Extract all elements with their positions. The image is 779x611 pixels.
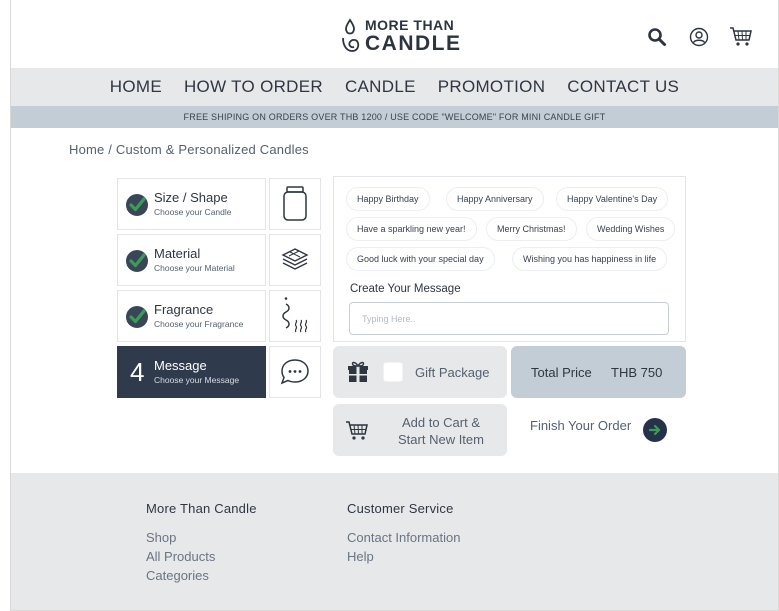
check-icon <box>126 250 148 272</box>
step-title: Message <box>154 358 207 373</box>
step-title: Material <box>154 246 201 261</box>
message-suggestion-chip[interactable]: Wedding Wishes <box>586 217 676 241</box>
chat-bubble-icon[interactable] <box>269 346 321 398</box>
footer-link-all-products[interactable]: All Products <box>146 547 257 566</box>
promo-banner: FREE SHIPING ON ORDERS OVER THB 1200 / U… <box>11 106 778 128</box>
footer-column-company: More Than Candle Shop All Products Categ… <box>146 501 257 585</box>
step-subtitle: Choose your Fragrance <box>154 319 244 329</box>
message-suggestion-chip[interactable]: Happy Valentine's Day <box>556 187 669 211</box>
finish-order-button[interactable] <box>643 418 667 442</box>
step-subtitle: Choose your Candle <box>154 207 232 217</box>
add-to-cart-line2: Start New Item <box>398 432 484 447</box>
logo-text-top: MORE THAN <box>365 17 455 33</box>
jar-icon[interactable] <box>269 178 321 230</box>
message-suggestion-chip[interactable]: Happy Birthday <box>346 187 430 211</box>
message-input[interactable] <box>349 302 669 335</box>
step-title: Size / Shape <box>154 190 228 205</box>
footer-heading: Customer Service <box>347 501 454 516</box>
step-subtitle: Choose your Message <box>154 375 240 385</box>
gift-icon <box>348 361 368 382</box>
message-suggestion-chip[interactable]: Wishing you has happiness in life <box>512 247 668 271</box>
step-number: 4 <box>130 357 145 387</box>
check-icon <box>126 194 148 216</box>
step-message[interactable]: 4 Message Choose your Message <box>117 346 266 398</box>
gift-package-option[interactable]: Gift Package <box>333 346 507 398</box>
breadcrumb[interactable]: Home / Custom & Personalized Candles <box>69 142 309 157</box>
footer-heading: More Than Candle <box>146 501 257 516</box>
total-price-label: Total Price <box>531 365 592 380</box>
nav-candle[interactable]: CANDLE <box>345 77 416 97</box>
cart-icon <box>346 421 368 440</box>
total-price-box: Total Price THB 750 <box>511 346 686 398</box>
candle-logo-icon <box>342 18 360 52</box>
nav-home[interactable]: HOME <box>110 77 162 97</box>
site-footer: More Than Candle Shop All Products Categ… <box>11 473 778 610</box>
footer-link-contact-information[interactable]: Contact Information <box>347 528 460 547</box>
scent-icon[interactable] <box>269 290 321 342</box>
create-message-label: Create Your Message <box>350 283 461 295</box>
step-material[interactable]: Material Choose your Material <box>117 234 266 286</box>
check-icon <box>126 306 148 328</box>
add-to-cart-line1: Add to Cart & <box>401 415 481 430</box>
message-suggestion-chip[interactable]: Happy Anniversary <box>446 187 544 211</box>
nav-promotion[interactable]: PROMOTION <box>438 77 546 97</box>
footer-link-categories[interactable]: Categories <box>146 566 257 585</box>
step-title: Fragrance <box>154 302 214 317</box>
layers-icon[interactable] <box>269 234 321 286</box>
message-suggestion-chip[interactable]: Merry Christmas! <box>486 217 577 241</box>
nav-contact-us[interactable]: CONTACT US <box>567 77 679 97</box>
gift-package-checkbox[interactable] <box>383 362 403 382</box>
page-frame: MORE THAN CANDLE HOME HOW TO ORDER CANDL… <box>10 0 779 611</box>
add-to-cart-button[interactable]: Add to Cart & Start New Item <box>333 404 507 456</box>
logo-text-bottom: CANDLE <box>365 32 462 55</box>
total-price-value: THB 750 <box>611 365 663 380</box>
footer-link-shop[interactable]: Shop <box>146 528 257 547</box>
account-icon[interactable] <box>686 26 712 48</box>
arrow-right-icon <box>648 424 661 436</box>
main-nav: HOME HOW TO ORDER CANDLE PROMOTION CONTA… <box>11 68 778 106</box>
add-to-cart-label: Add to Cart & Start New Item <box>391 414 491 448</box>
step-fragrance[interactable]: Fragrance Choose your Fragrance <box>117 290 266 342</box>
step-size-shape[interactable]: Size / Shape Choose your Candle <box>117 178 266 230</box>
footer-column-service: Customer Service Contact Information Hel… <box>347 501 460 566</box>
gift-package-label: Gift Package <box>415 365 490 380</box>
message-suggestion-chip[interactable]: Good luck with your special day <box>346 247 495 271</box>
nav-how-to-order[interactable]: HOW TO ORDER <box>184 77 323 97</box>
message-suggestion-chip[interactable]: Have a sparkling new year! <box>346 217 477 241</box>
finish-order-label[interactable]: Finish Your Order <box>530 418 631 433</box>
step-subtitle: Choose your Material <box>154 263 235 273</box>
site-header: MORE THAN CANDLE <box>11 0 778 68</box>
cart-icon[interactable] <box>728 26 754 48</box>
message-panel: Happy Birthday Happy Anniversary Happy V… <box>333 176 686 342</box>
search-icon[interactable] <box>644 26 670 48</box>
brand-logo[interactable]: MORE THAN CANDLE <box>339 16 462 56</box>
footer-link-help[interactable]: Help <box>347 547 460 566</box>
